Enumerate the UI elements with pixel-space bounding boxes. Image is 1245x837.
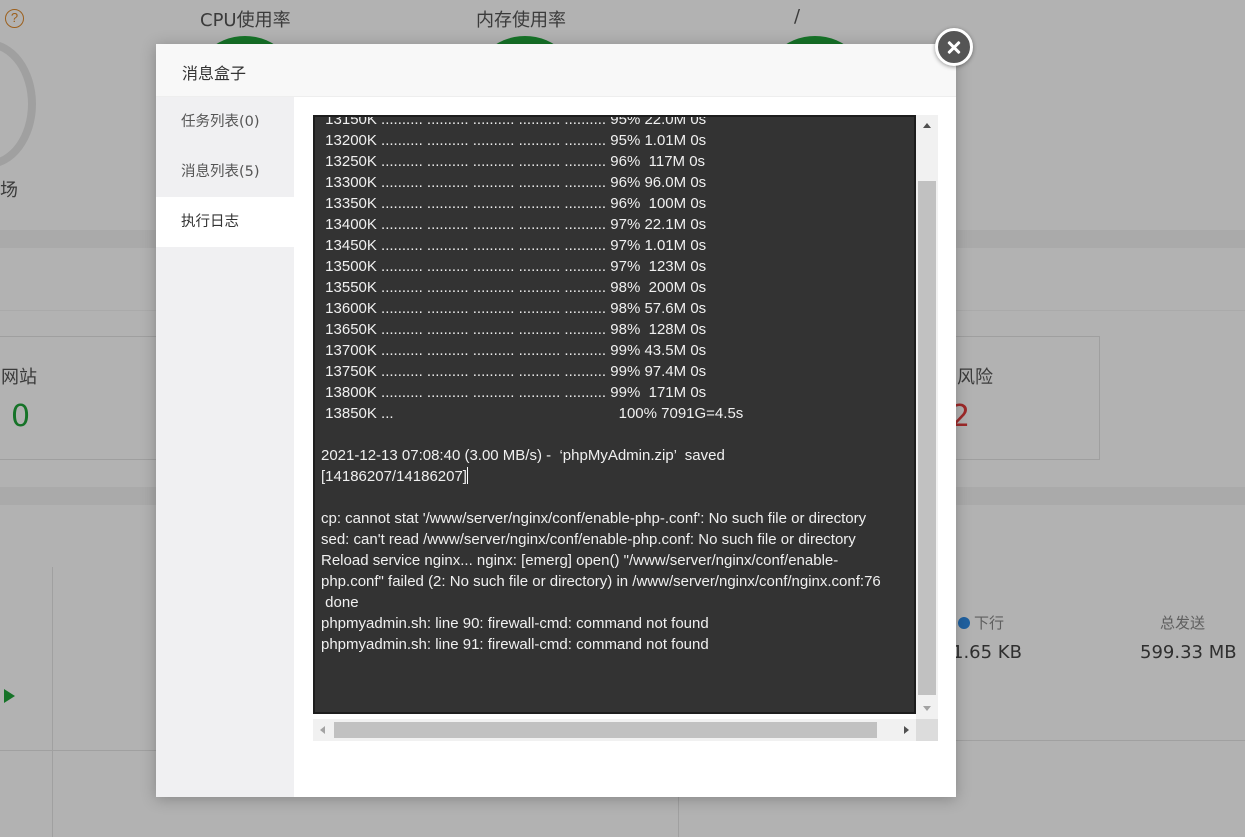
dialog-body: 13150K .......... .......... .......... … [294,97,956,797]
dialog-header: 消息盒子 [156,44,956,97]
horizontal-scroll-thumb[interactable] [334,722,877,738]
tab-message-list[interactable]: 消息列表(5) [156,147,294,197]
log-line: [14186207/14186207] [321,467,468,485]
log-line: 13550K .......... .......... .......... … [321,279,707,296]
log-line: 13250K .......... .......... .......... … [321,153,706,170]
log-line: 13650K .......... .......... .......... … [321,321,707,338]
message-box-dialog: 消息盒子 任务列表(0) 消息列表(5) 执行日志 13150K .......… [156,44,956,797]
scroll-down-arrow-icon[interactable] [916,697,938,719]
log-line: cp: cannot stat '/www/server/nginx/conf/… [321,510,867,527]
log-line: done [321,594,359,611]
log-line: 13500K .......... .......... .......... … [321,258,707,275]
log-line: 13800K .......... .......... .......... … [321,384,707,401]
vertical-scrollbar[interactable] [916,115,938,719]
log-line: 13350K .......... .......... .......... … [321,195,707,212]
log-console[interactable]: 13150K .......... .......... .......... … [313,115,916,714]
log-line: 13700K .......... .......... .......... … [321,342,707,359]
dialog-title: 消息盒子 [182,64,247,83]
log-line: 13850K ... 100% 7091G=4.5s [321,405,744,422]
log-line: phpmyadmin.sh: line 90: firewall-cmd: co… [321,615,709,632]
log-line: Reload service nginx... nginx: [emerg] o… [321,552,881,590]
horizontal-scrollbar[interactable] [313,719,916,741]
log-line: 13200K .......... .......... .......... … [321,132,707,149]
log-line: 13400K .......... .......... .......... … [321,216,707,233]
log-line: sed: can't read /www/server/nginx/conf/e… [321,531,856,548]
log-line: 13450K .......... .......... .......... … [321,237,707,254]
log-line: phpmyadmin.sh: line 91: firewall-cmd: co… [321,636,709,653]
vertical-scroll-thumb[interactable] [918,181,936,695]
text-cursor [466,467,468,484]
tab-execution-log[interactable]: 执行日志 [156,197,294,247]
log-line: 13150K .......... .......... .......... … [321,115,707,128]
log-line: 2021-12-13 07:08:40 (3.00 MB/s) - ‘phpMy… [321,447,725,464]
log-text[interactable]: 13150K .......... .......... .......... … [321,115,901,655]
scroll-right-arrow-icon[interactable] [896,719,916,741]
close-icon[interactable] [935,28,973,66]
scroll-left-arrow-icon[interactable] [313,719,333,741]
log-line: 13300K .......... .......... .......... … [321,174,707,191]
log-viewer: 13150K .......... .......... .......... … [313,115,938,741]
scroll-up-arrow-icon[interactable] [916,115,938,137]
scrollbar-corner [916,719,938,741]
log-line: 13600K .......... .......... .......... … [321,300,707,317]
dialog-sidebar: 任务列表(0) 消息列表(5) 执行日志 [156,97,294,797]
tab-task-list[interactable]: 任务列表(0) [156,97,294,147]
log-line: 13750K .......... .......... .......... … [321,363,707,380]
